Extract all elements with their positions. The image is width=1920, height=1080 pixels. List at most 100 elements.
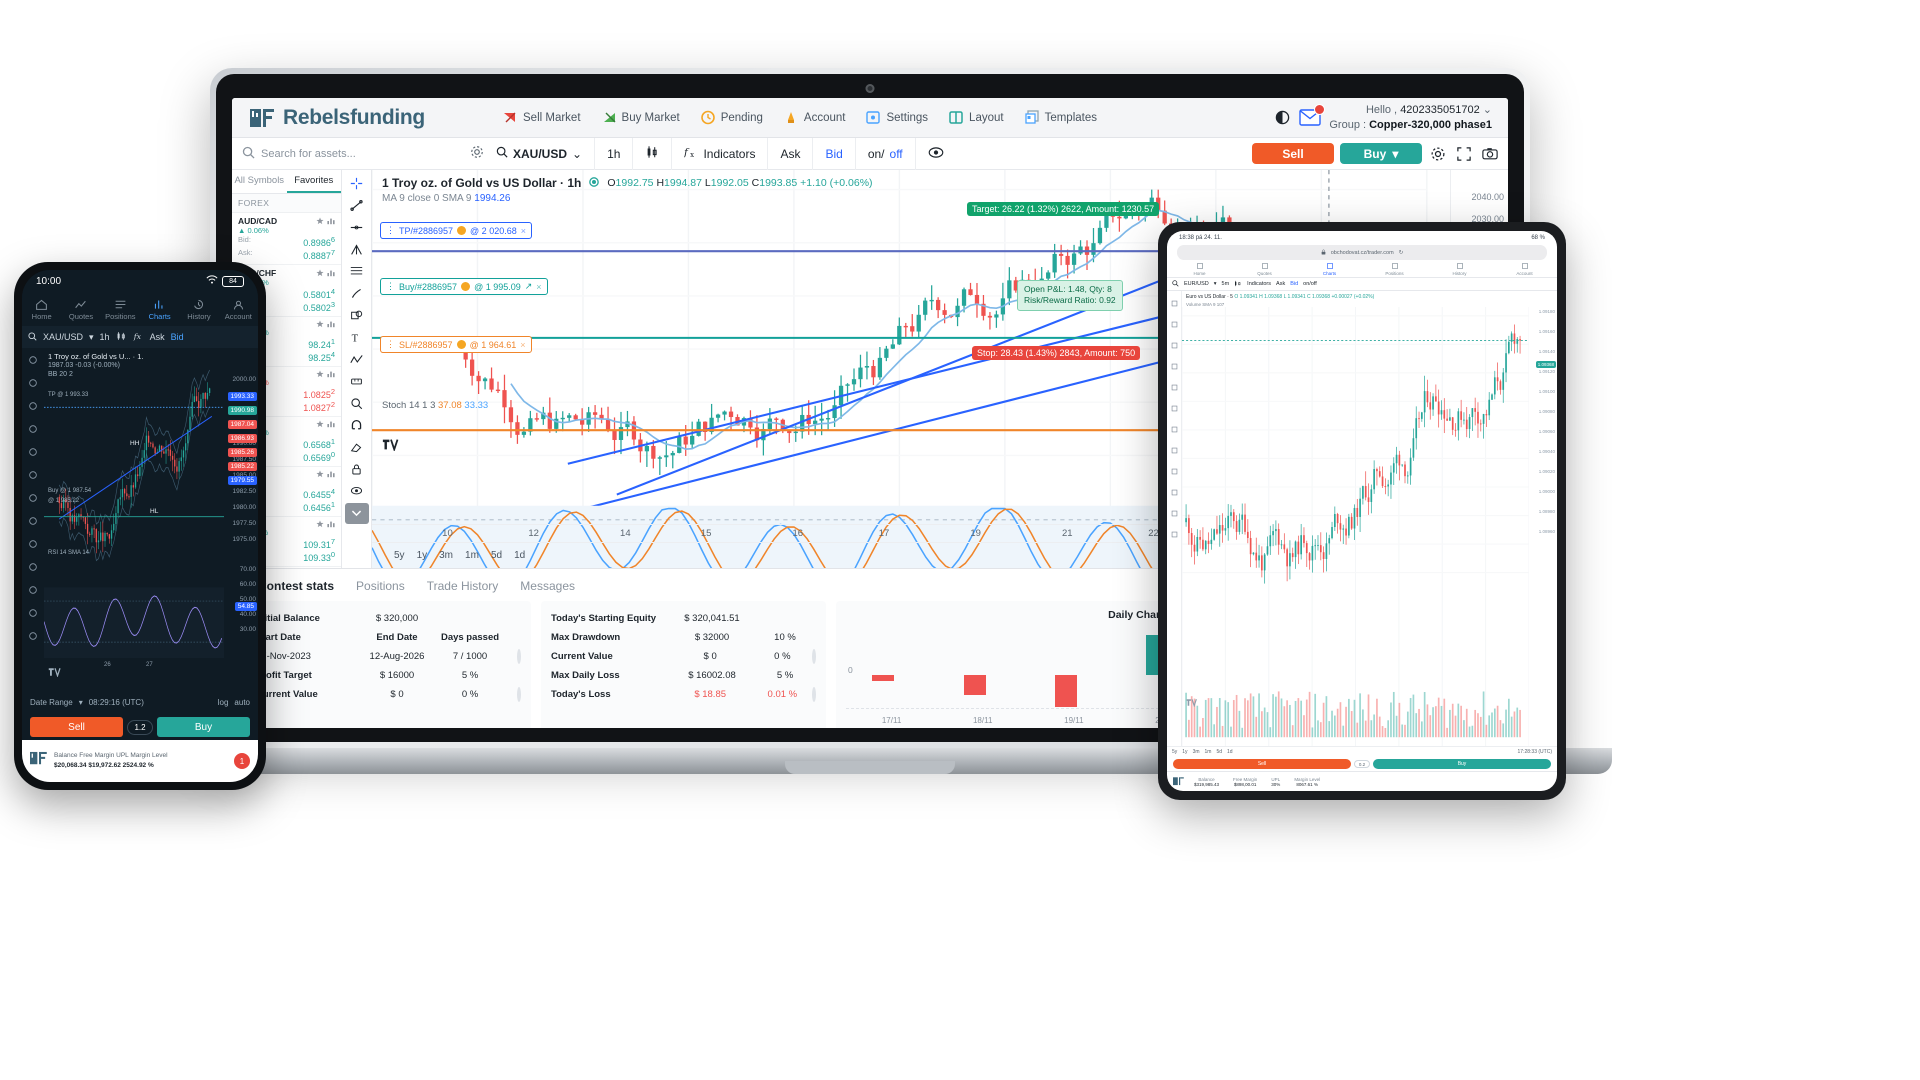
mail-icon[interactable] xyxy=(1299,104,1326,126)
range-1m[interactable]: 1m xyxy=(465,550,479,561)
eraser-tool-icon[interactable] xyxy=(345,437,369,458)
chevron-down-icon[interactable]: ▾ xyxy=(1214,281,1217,287)
watchlist-row[interactable]: AUD/CAD ▲ 0.06% Bid: 0.89866 Ask: 0.88877 xyxy=(232,213,341,265)
menu-templates[interactable]: Templates xyxy=(1016,106,1105,129)
magnet-tool-icon[interactable] xyxy=(1171,441,1178,459)
symbol-selector[interactable]: XAU/USD ⌄ xyxy=(484,138,594,170)
phone-timeframe[interactable]: 1h xyxy=(100,332,110,342)
phone-chart[interactable]: 1 Troy oz. of Gold vs U... · 1. 1987.03 … xyxy=(22,348,258,690)
fib-tool-icon[interactable] xyxy=(1171,336,1178,354)
watchlist-settings-icon[interactable] xyxy=(470,145,484,162)
ask-toggle[interactable]: Ask xyxy=(767,137,812,170)
close-icon[interactable]: × xyxy=(520,340,525,350)
candle-style-icon[interactable] xyxy=(116,331,127,343)
phone-auto[interactable]: auto xyxy=(234,698,250,707)
sl-order-tag[interactable]: ⋮ SL/#2886957 @ 1 964.61 × xyxy=(380,336,532,353)
brush-tool-icon[interactable] xyxy=(1171,357,1178,375)
phone-sell-button[interactable]: Sell xyxy=(30,717,123,737)
tablet-nav-charts[interactable]: Charts xyxy=(1297,261,1362,277)
magnet-tool-icon[interactable] xyxy=(345,415,369,436)
fib-tool-icon[interactable] xyxy=(28,421,38,439)
tab-contest-stats[interactable]: Contest stats xyxy=(258,579,334,593)
camera-icon[interactable] xyxy=(1480,144,1500,164)
chevron-down-icon[interactable]: ⌄ xyxy=(1483,104,1492,116)
contrast-icon[interactable] xyxy=(1275,110,1291,125)
tab-positions[interactable]: Positions xyxy=(356,579,405,593)
bid-toggle[interactable]: Bid xyxy=(812,137,854,170)
shapes-tool-icon[interactable] xyxy=(1171,399,1178,417)
more-tool-icon[interactable] xyxy=(1171,525,1178,543)
tablet-indicators[interactable]: Indicators xyxy=(1247,281,1271,287)
tablet-range-3m[interactable]: 3m xyxy=(1193,749,1200,755)
tablet-nav-history[interactable]: History xyxy=(1427,261,1492,277)
phone-nav-history[interactable]: History xyxy=(179,292,218,326)
menu-pending[interactable]: Pending xyxy=(692,106,771,129)
hide-drawings-icon[interactable] xyxy=(345,481,369,502)
trendline-tool-icon[interactable] xyxy=(345,195,369,216)
phone-nav-account[interactable]: Account xyxy=(219,292,258,326)
tablet-nav-quotes[interactable]: Quotes xyxy=(1232,261,1297,277)
phone-bid[interactable]: Bid xyxy=(171,332,184,342)
lock-tool-icon[interactable] xyxy=(28,582,38,600)
tablet-timeframe[interactable]: 5m xyxy=(1222,281,1230,287)
text-tool-icon[interactable] xyxy=(1171,378,1178,396)
lock-tool-icon[interactable] xyxy=(1171,462,1178,480)
tablet-sell-button[interactable]: Sell xyxy=(1173,759,1351,769)
tab-messages[interactable]: Messages xyxy=(520,579,575,593)
fullscreen-icon[interactable] xyxy=(1454,144,1474,164)
measure-tool-icon[interactable] xyxy=(1171,420,1178,438)
horizontal-line-tool-icon[interactable] xyxy=(345,217,369,238)
tablet-url-bar[interactable]: obchodovat.cz/trader.com ↻ xyxy=(1177,245,1547,260)
timeframe-selector[interactable]: 1h xyxy=(594,137,632,170)
candle-style-icon[interactable] xyxy=(1234,280,1242,289)
notification-badge[interactable]: 1 xyxy=(234,753,250,769)
chart-settings-icon[interactable] xyxy=(1428,144,1448,164)
search-input[interactable]: Search for assets... xyxy=(261,148,464,160)
candle-style-button[interactable] xyxy=(632,137,671,170)
sell-button[interactable]: Sell xyxy=(1252,143,1334,164)
phone-date-range[interactable]: Date Range xyxy=(30,698,73,707)
cursor-tool-icon[interactable] xyxy=(1171,294,1178,312)
range-1y[interactable]: 1y xyxy=(417,550,428,561)
phone-nav-quotes[interactable]: Quotes xyxy=(61,292,100,326)
fib-tool-icon[interactable] xyxy=(345,261,369,282)
tablet-range-5d[interactable]: 5d xyxy=(1216,749,1222,755)
tablet-onoff[interactable]: on/off xyxy=(1303,281,1317,287)
tablet-bid[interactable]: Bid xyxy=(1290,281,1298,287)
undo-tool-icon[interactable] xyxy=(28,628,38,646)
phone-nav-positions[interactable]: Positions xyxy=(101,292,140,326)
text-tool-icon[interactable]: T xyxy=(345,327,369,348)
menu-account[interactable]: Account xyxy=(775,106,854,129)
tablet-chart[interactable]: Euro vs US Dollar · 5 O 1.09341 H 1.0936… xyxy=(1182,291,1557,746)
pattern-tool-icon[interactable] xyxy=(345,349,369,370)
trendline-tool-icon[interactable] xyxy=(28,375,38,393)
eye-tool-icon[interactable] xyxy=(28,605,38,623)
phone-log[interactable]: log xyxy=(218,698,229,707)
phone-buy-button[interactable]: Buy xyxy=(157,717,250,737)
tablet-range-5y[interactable]: 5y xyxy=(1172,749,1177,755)
buy-button[interactable]: Buy ▾ xyxy=(1340,143,1422,164)
lock-tool-icon[interactable] xyxy=(345,459,369,480)
menu-settings[interactable]: Settings xyxy=(857,106,936,129)
phone-nav-charts[interactable]: Charts xyxy=(140,292,179,326)
pitchfork-tool-icon[interactable] xyxy=(345,239,369,260)
shapes-tool-icon[interactable] xyxy=(345,305,369,326)
visibility-toggle[interactable] xyxy=(914,137,956,170)
trendline-tool-icon[interactable] xyxy=(1171,315,1178,333)
phone-price-axis[interactable]: 2000.001997.501995.001992.501990.001987.… xyxy=(104,348,258,690)
text-tool-icon[interactable] xyxy=(28,467,38,485)
reload-icon[interactable]: ↻ xyxy=(1399,250,1404,256)
tp-order-tag[interactable]: ⋮ TP/#2886957 @ 2 020.68 × xyxy=(380,222,532,239)
eye-tool-icon[interactable] xyxy=(1171,483,1178,501)
emoji-tool-icon[interactable] xyxy=(28,513,38,531)
measure-tool-icon[interactable] xyxy=(28,536,38,554)
tab-trade-history[interactable]: Trade History xyxy=(427,579,499,593)
menu-buy-market[interactable]: Buy Market xyxy=(593,106,688,129)
range-5d[interactable]: 5d xyxy=(491,550,502,561)
menu-sell-market[interactable]: Sell Market xyxy=(494,106,589,129)
onoff-toggle[interactable]: on/off xyxy=(854,137,915,170)
close-icon[interactable]: × xyxy=(536,282,541,292)
brush-tool-icon[interactable] xyxy=(345,283,369,304)
brush-tool-icon[interactable] xyxy=(28,444,38,462)
tablet-chart-area[interactable]: Euro vs US Dollar · 5 O 1.09341 H 1.0936… xyxy=(1167,291,1557,746)
